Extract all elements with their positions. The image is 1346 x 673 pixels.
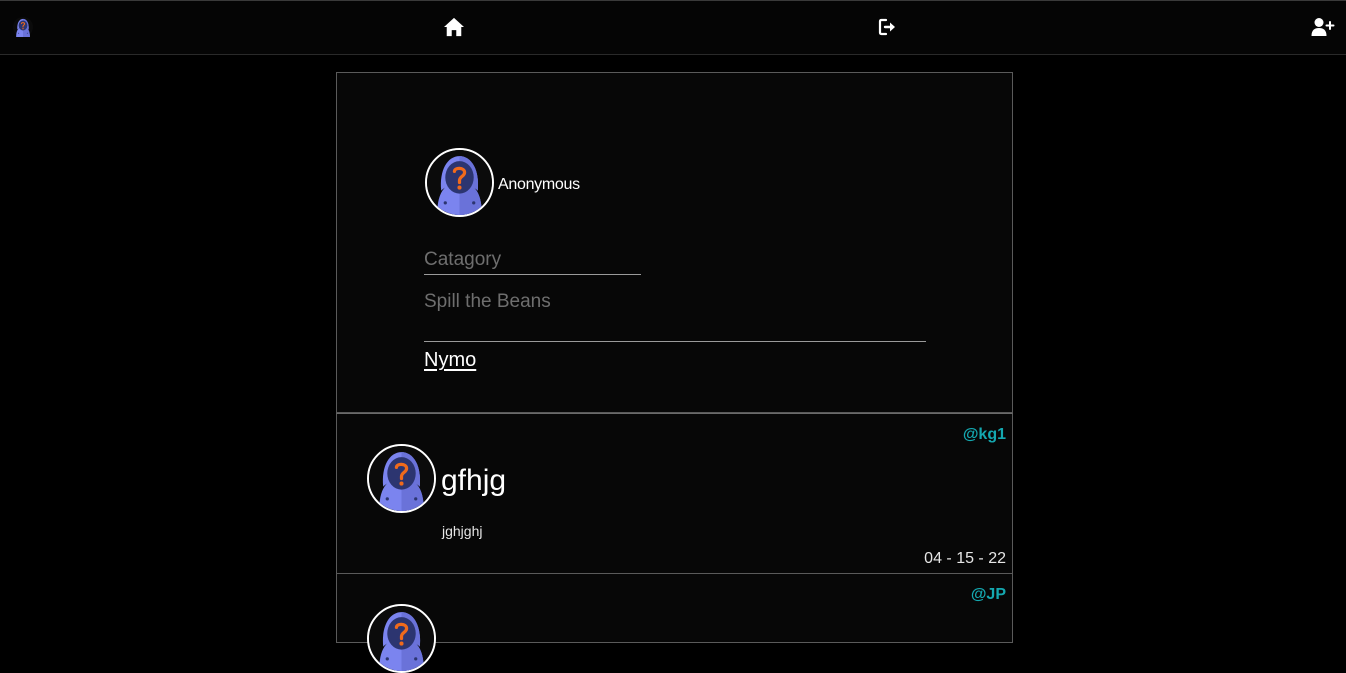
category-input[interactable] bbox=[424, 246, 641, 275]
anonymous-avatar-icon bbox=[369, 446, 434, 511]
post-date: 04 - 15 - 22 bbox=[924, 550, 1006, 567]
post-card: @JP bbox=[336, 573, 1013, 673]
compose-post-panel: Anonymous Nymo bbox=[336, 72, 1013, 413]
compose-username: Anonymous bbox=[498, 176, 580, 193]
home-icon[interactable] bbox=[442, 15, 466, 39]
logout-icon[interactable] bbox=[876, 15, 900, 39]
post-body: jghjghj bbox=[442, 523, 483, 539]
post-avatar bbox=[367, 604, 436, 673]
nymo-submit-link[interactable]: Nymo bbox=[424, 349, 476, 372]
anonymous-avatar-icon bbox=[369, 606, 434, 671]
anonymous-avatar-icon bbox=[427, 150, 492, 215]
post-body-textarea[interactable] bbox=[424, 289, 926, 342]
anonymous-logo-icon[interactable] bbox=[11, 15, 35, 39]
post-author-handle[interactable]: @JP bbox=[971, 586, 1006, 604]
post-card: @kg1 gfhjg jghjghj 04 - 15 - 22 bbox=[336, 413, 1013, 574]
compose-avatar bbox=[425, 148, 494, 217]
post-author-handle[interactable]: @kg1 bbox=[963, 426, 1006, 444]
user-plus-icon[interactable] bbox=[1311, 15, 1335, 39]
post-avatar bbox=[367, 444, 436, 513]
post-title: gfhjg bbox=[441, 464, 507, 497]
top-navbar bbox=[0, 0, 1346, 55]
